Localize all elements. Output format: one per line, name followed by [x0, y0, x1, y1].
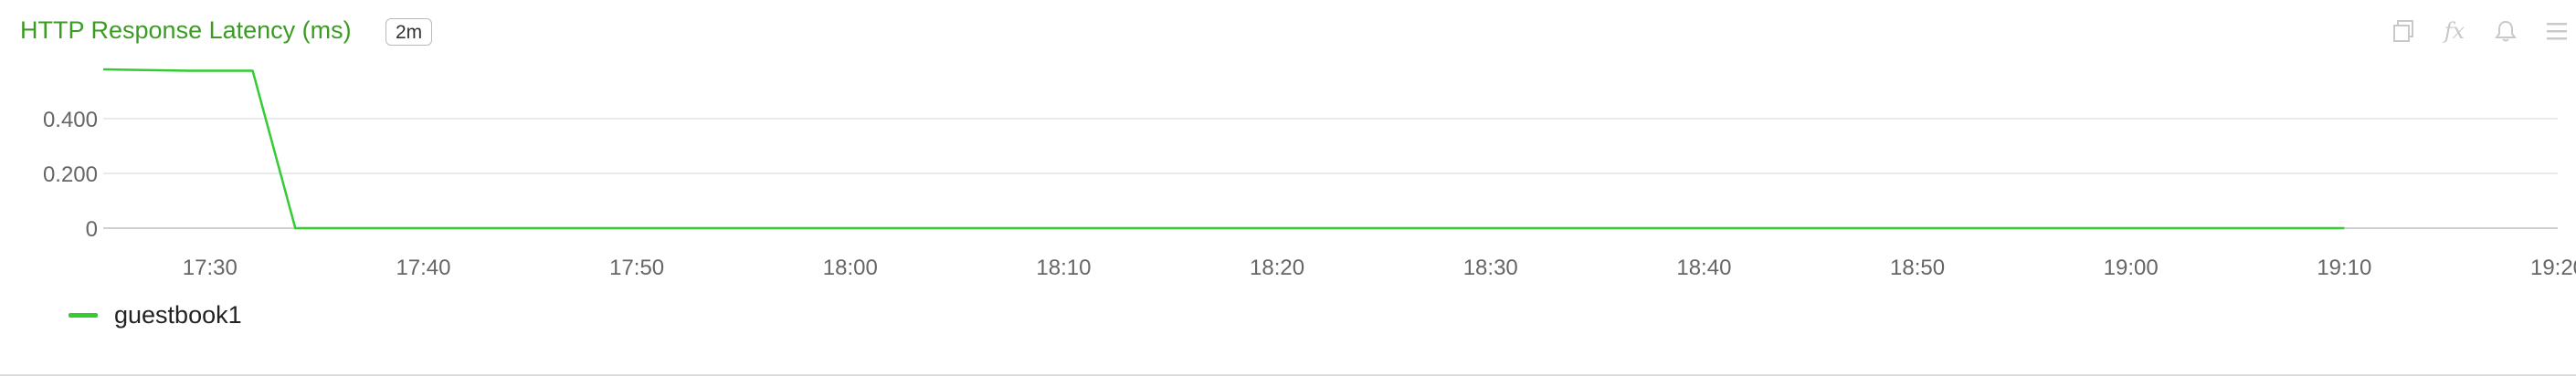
x-tick-label: 18:00: [823, 256, 878, 280]
series-line-guestbook1: [102, 68, 2345, 230]
x-tick-label: 18:20: [1250, 256, 1304, 280]
legend-swatch-guestbook1: [69, 313, 98, 318]
x-tick-label: 17:30: [183, 256, 238, 280]
y-tick-label: 0: [86, 217, 98, 242]
y-tick-label: 0.200: [43, 162, 98, 187]
x-tick-label: 19:00: [2104, 256, 2159, 280]
x-tick-label: 18:30: [1463, 256, 1518, 280]
x-tick-label: 17:50: [609, 256, 664, 280]
legend-label-guestbook1[interactable]: guestbook1: [114, 301, 242, 329]
x-tick-label: 19:10: [2317, 256, 2371, 280]
x-tick-label: 18:50: [1890, 256, 1945, 280]
x-tick-label: 19:20: [2530, 256, 2576, 280]
x-tick-label: 18:10: [1036, 256, 1091, 280]
x-tick-label: 18:40: [1676, 256, 1731, 280]
chart-legend: guestbook1: [69, 301, 242, 329]
x-tick-label: 17:40: [396, 256, 450, 280]
chart-panel: HTTP Response Latency (ms) 2m fx 0 0.200 0…: [0, 0, 2576, 376]
y-tick-label: 0.400: [43, 108, 98, 132]
line-chart: 0 0.200 0.400 17:30 17:40 17:50 18:00 18:10 18:2…: [43, 68, 2576, 280]
